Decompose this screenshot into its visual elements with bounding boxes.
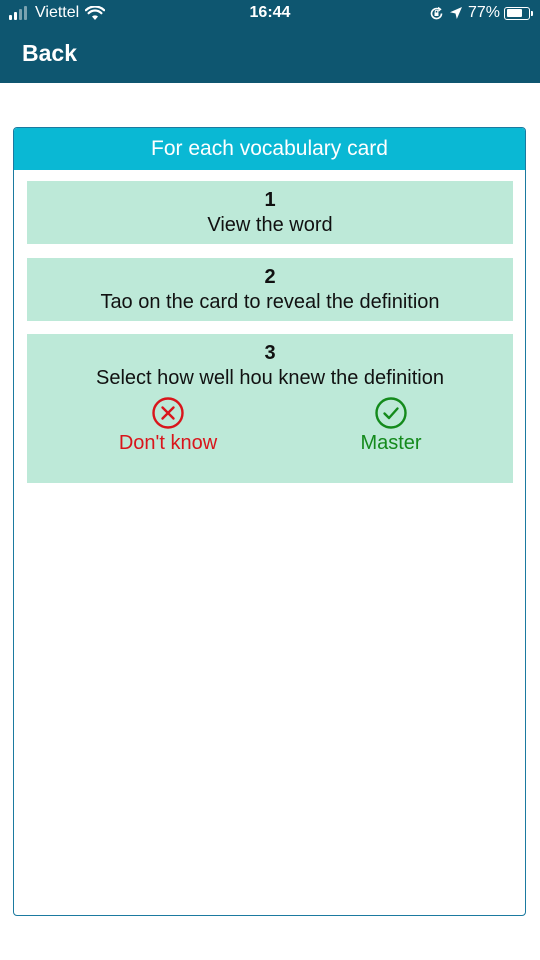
panel-header: For each vocabulary card (14, 128, 525, 170)
step-3: 3 Select how well hou knew the definitio… (27, 334, 513, 483)
check-circle-icon (375, 397, 407, 429)
step-2: 2 Tao on the card to reveal the definiti… (27, 258, 513, 321)
location-arrow-icon (449, 7, 462, 19)
step-text: View the word (207, 214, 333, 236)
battery-level (506, 9, 522, 17)
orientation-lock-icon (430, 6, 443, 19)
master-button[interactable]: Master (311, 396, 471, 455)
knowledge-choices: Don't know Master (27, 396, 513, 476)
master-label: Master (360, 432, 422, 454)
x-circle-icon (152, 397, 184, 429)
dont-know-button[interactable]: Don't know (88, 396, 248, 455)
instructions-panel: For each vocabulary card 1 View the word… (13, 127, 526, 916)
step-number: 3 (264, 342, 276, 364)
step-text: Select how well hou knew the definition (96, 367, 444, 389)
battery-percent: 77% (467, 4, 500, 21)
dont-know-label: Don't know (118, 432, 218, 454)
step-number: 1 (264, 189, 276, 211)
step-number: 2 (264, 266, 276, 288)
status-right: 77% (429, 4, 533, 22)
nav-bar: Back (0, 28, 540, 83)
step-1: 1 View the word (27, 181, 513, 244)
status-bar: Viettel 16:44 77% (0, 0, 540, 28)
step-text: Tao on the card to reveal the definition (100, 291, 440, 313)
back-button[interactable]: Back (22, 40, 77, 67)
battery-icon (504, 6, 533, 20)
